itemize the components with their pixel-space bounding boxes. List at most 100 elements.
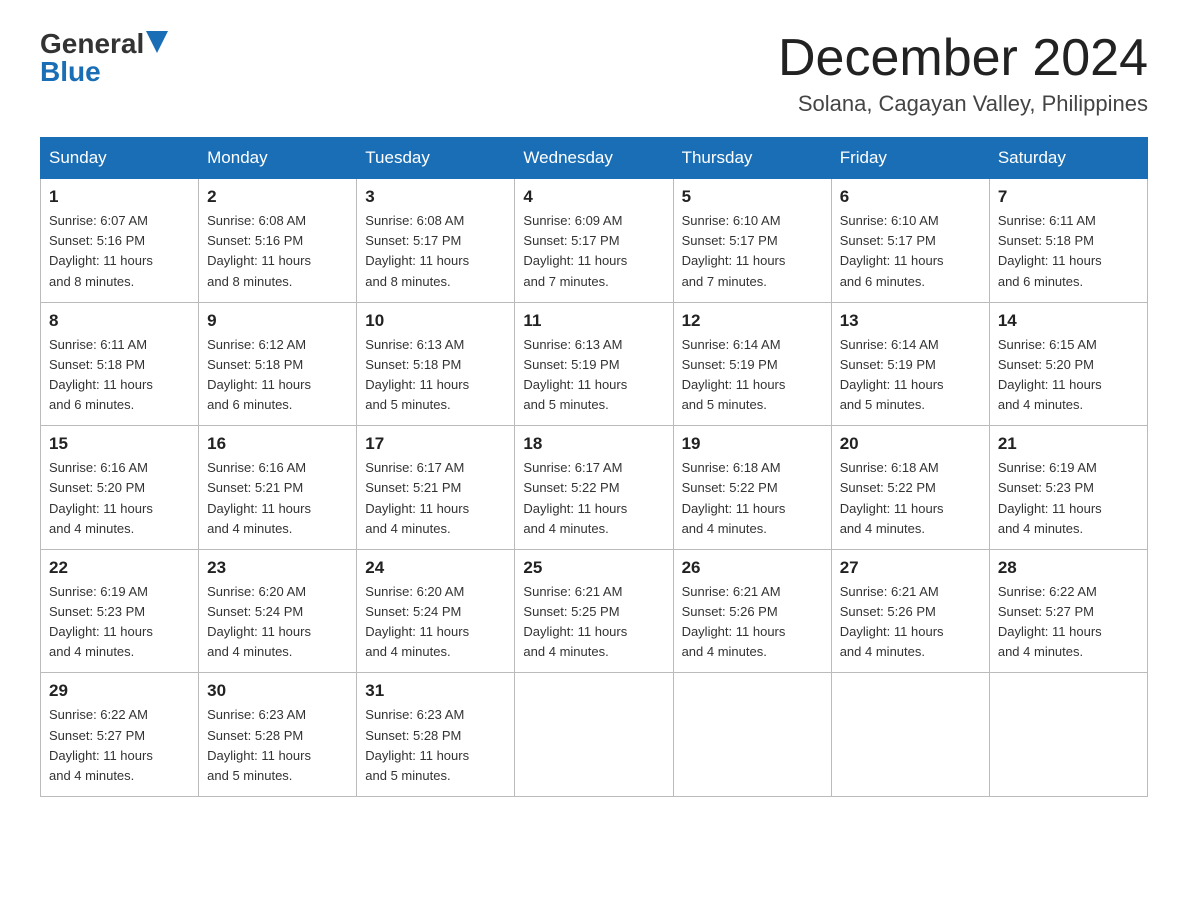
- calendar-cell: 27 Sunrise: 6:21 AM Sunset: 5:26 PM Dayl…: [831, 549, 989, 673]
- day-info: Sunrise: 6:18 AM Sunset: 5:22 PM Dayligh…: [840, 458, 981, 539]
- day-info: Sunrise: 6:21 AM Sunset: 5:25 PM Dayligh…: [523, 582, 664, 663]
- weekday-header-wednesday: Wednesday: [515, 138, 673, 179]
- calendar-cell: 28 Sunrise: 6:22 AM Sunset: 5:27 PM Dayl…: [989, 549, 1147, 673]
- calendar-cell: 13 Sunrise: 6:14 AM Sunset: 5:19 PM Dayl…: [831, 302, 989, 426]
- day-number: 5: [682, 187, 823, 207]
- calendar-cell: 2 Sunrise: 6:08 AM Sunset: 5:16 PM Dayli…: [199, 179, 357, 303]
- day-number: 27: [840, 558, 981, 578]
- title-area: December 2024 Solana, Cagayan Valley, Ph…: [778, 30, 1148, 117]
- calendar-cell: 3 Sunrise: 6:08 AM Sunset: 5:17 PM Dayli…: [357, 179, 515, 303]
- day-info: Sunrise: 6:20 AM Sunset: 5:24 PM Dayligh…: [207, 582, 348, 663]
- page-subtitle: Solana, Cagayan Valley, Philippines: [778, 91, 1148, 117]
- calendar-cell: 18 Sunrise: 6:17 AM Sunset: 5:22 PM Dayl…: [515, 426, 673, 550]
- day-info: Sunrise: 6:14 AM Sunset: 5:19 PM Dayligh…: [682, 335, 823, 416]
- day-number: 7: [998, 187, 1139, 207]
- day-info: Sunrise: 6:12 AM Sunset: 5:18 PM Dayligh…: [207, 335, 348, 416]
- day-info: Sunrise: 6:22 AM Sunset: 5:27 PM Dayligh…: [49, 705, 190, 786]
- weekday-header-friday: Friday: [831, 138, 989, 179]
- day-number: 16: [207, 434, 348, 454]
- day-info: Sunrise: 6:15 AM Sunset: 5:20 PM Dayligh…: [998, 335, 1139, 416]
- day-info: Sunrise: 6:18 AM Sunset: 5:22 PM Dayligh…: [682, 458, 823, 539]
- logo-triangle-icon: [146, 31, 168, 53]
- calendar-cell: 7 Sunrise: 6:11 AM Sunset: 5:18 PM Dayli…: [989, 179, 1147, 303]
- day-info: Sunrise: 6:23 AM Sunset: 5:28 PM Dayligh…: [207, 705, 348, 786]
- calendar-cell: 20 Sunrise: 6:18 AM Sunset: 5:22 PM Dayl…: [831, 426, 989, 550]
- calendar-week-1: 1 Sunrise: 6:07 AM Sunset: 5:16 PM Dayli…: [41, 179, 1148, 303]
- day-number: 9: [207, 311, 348, 331]
- day-info: Sunrise: 6:13 AM Sunset: 5:19 PM Dayligh…: [523, 335, 664, 416]
- calendar-week-4: 22 Sunrise: 6:19 AM Sunset: 5:23 PM Dayl…: [41, 549, 1148, 673]
- day-number: 20: [840, 434, 981, 454]
- calendar-cell: 8 Sunrise: 6:11 AM Sunset: 5:18 PM Dayli…: [41, 302, 199, 426]
- calendar-cell: 31 Sunrise: 6:23 AM Sunset: 5:28 PM Dayl…: [357, 673, 515, 797]
- calendar-cell: [515, 673, 673, 797]
- day-number: 24: [365, 558, 506, 578]
- day-info: Sunrise: 6:21 AM Sunset: 5:26 PM Dayligh…: [840, 582, 981, 663]
- calendar-header-row: SundayMondayTuesdayWednesdayThursdayFrid…: [41, 138, 1148, 179]
- calendar-cell: [989, 673, 1147, 797]
- day-info: Sunrise: 6:14 AM Sunset: 5:19 PM Dayligh…: [840, 335, 981, 416]
- calendar-cell: 5 Sunrise: 6:10 AM Sunset: 5:17 PM Dayli…: [673, 179, 831, 303]
- weekday-header-tuesday: Tuesday: [357, 138, 515, 179]
- day-number: 1: [49, 187, 190, 207]
- calendar-week-5: 29 Sunrise: 6:22 AM Sunset: 5:27 PM Dayl…: [41, 673, 1148, 797]
- day-number: 18: [523, 434, 664, 454]
- day-info: Sunrise: 6:16 AM Sunset: 5:20 PM Dayligh…: [49, 458, 190, 539]
- day-number: 26: [682, 558, 823, 578]
- calendar-cell: 9 Sunrise: 6:12 AM Sunset: 5:18 PM Dayli…: [199, 302, 357, 426]
- day-number: 4: [523, 187, 664, 207]
- day-info: Sunrise: 6:17 AM Sunset: 5:22 PM Dayligh…: [523, 458, 664, 539]
- day-number: 11: [523, 311, 664, 331]
- day-number: 6: [840, 187, 981, 207]
- calendar-cell: 11 Sunrise: 6:13 AM Sunset: 5:19 PM Dayl…: [515, 302, 673, 426]
- calendar-cell: 24 Sunrise: 6:20 AM Sunset: 5:24 PM Dayl…: [357, 549, 515, 673]
- day-number: 25: [523, 558, 664, 578]
- calendar-cell: [673, 673, 831, 797]
- calendar-cell: 4 Sunrise: 6:09 AM Sunset: 5:17 PM Dayli…: [515, 179, 673, 303]
- logo-blue-text: Blue: [40, 56, 101, 87]
- day-info: Sunrise: 6:16 AM Sunset: 5:21 PM Dayligh…: [207, 458, 348, 539]
- day-info: Sunrise: 6:08 AM Sunset: 5:17 PM Dayligh…: [365, 211, 506, 292]
- page-header: General Blue December 2024 Solana, Cagay…: [40, 30, 1148, 117]
- day-info: Sunrise: 6:21 AM Sunset: 5:26 PM Dayligh…: [682, 582, 823, 663]
- day-info: Sunrise: 6:07 AM Sunset: 5:16 PM Dayligh…: [49, 211, 190, 292]
- calendar-cell: 17 Sunrise: 6:17 AM Sunset: 5:21 PM Dayl…: [357, 426, 515, 550]
- day-info: Sunrise: 6:17 AM Sunset: 5:21 PM Dayligh…: [365, 458, 506, 539]
- day-info: Sunrise: 6:13 AM Sunset: 5:18 PM Dayligh…: [365, 335, 506, 416]
- day-number: 2: [207, 187, 348, 207]
- calendar-cell: 15 Sunrise: 6:16 AM Sunset: 5:20 PM Dayl…: [41, 426, 199, 550]
- day-info: Sunrise: 6:22 AM Sunset: 5:27 PM Dayligh…: [998, 582, 1139, 663]
- calendar-cell: 29 Sunrise: 6:22 AM Sunset: 5:27 PM Dayl…: [41, 673, 199, 797]
- day-number: 17: [365, 434, 506, 454]
- day-number: 29: [49, 681, 190, 701]
- day-info: Sunrise: 6:11 AM Sunset: 5:18 PM Dayligh…: [49, 335, 190, 416]
- calendar-cell: 22 Sunrise: 6:19 AM Sunset: 5:23 PM Dayl…: [41, 549, 199, 673]
- calendar-cell: 14 Sunrise: 6:15 AM Sunset: 5:20 PM Dayl…: [989, 302, 1147, 426]
- day-number: 28: [998, 558, 1139, 578]
- calendar-cell: 1 Sunrise: 6:07 AM Sunset: 5:16 PM Dayli…: [41, 179, 199, 303]
- calendar-cell: 19 Sunrise: 6:18 AM Sunset: 5:22 PM Dayl…: [673, 426, 831, 550]
- day-number: 10: [365, 311, 506, 331]
- calendar-cell: 25 Sunrise: 6:21 AM Sunset: 5:25 PM Dayl…: [515, 549, 673, 673]
- day-number: 21: [998, 434, 1139, 454]
- day-info: Sunrise: 6:19 AM Sunset: 5:23 PM Dayligh…: [998, 458, 1139, 539]
- page-title: December 2024: [778, 30, 1148, 87]
- day-info: Sunrise: 6:09 AM Sunset: 5:17 PM Dayligh…: [523, 211, 664, 292]
- weekday-header-monday: Monday: [199, 138, 357, 179]
- calendar-cell: 16 Sunrise: 6:16 AM Sunset: 5:21 PM Dayl…: [199, 426, 357, 550]
- day-number: 23: [207, 558, 348, 578]
- weekday-header-saturday: Saturday: [989, 138, 1147, 179]
- day-info: Sunrise: 6:23 AM Sunset: 5:28 PM Dayligh…: [365, 705, 506, 786]
- day-number: 14: [998, 311, 1139, 331]
- calendar-cell: 23 Sunrise: 6:20 AM Sunset: 5:24 PM Dayl…: [199, 549, 357, 673]
- calendar-cell: 21 Sunrise: 6:19 AM Sunset: 5:23 PM Dayl…: [989, 426, 1147, 550]
- day-info: Sunrise: 6:08 AM Sunset: 5:16 PM Dayligh…: [207, 211, 348, 292]
- calendar-cell: [831, 673, 989, 797]
- day-number: 31: [365, 681, 506, 701]
- calendar-cell: 6 Sunrise: 6:10 AM Sunset: 5:17 PM Dayli…: [831, 179, 989, 303]
- day-number: 3: [365, 187, 506, 207]
- day-number: 8: [49, 311, 190, 331]
- day-info: Sunrise: 6:10 AM Sunset: 5:17 PM Dayligh…: [840, 211, 981, 292]
- weekday-header-sunday: Sunday: [41, 138, 199, 179]
- day-number: 13: [840, 311, 981, 331]
